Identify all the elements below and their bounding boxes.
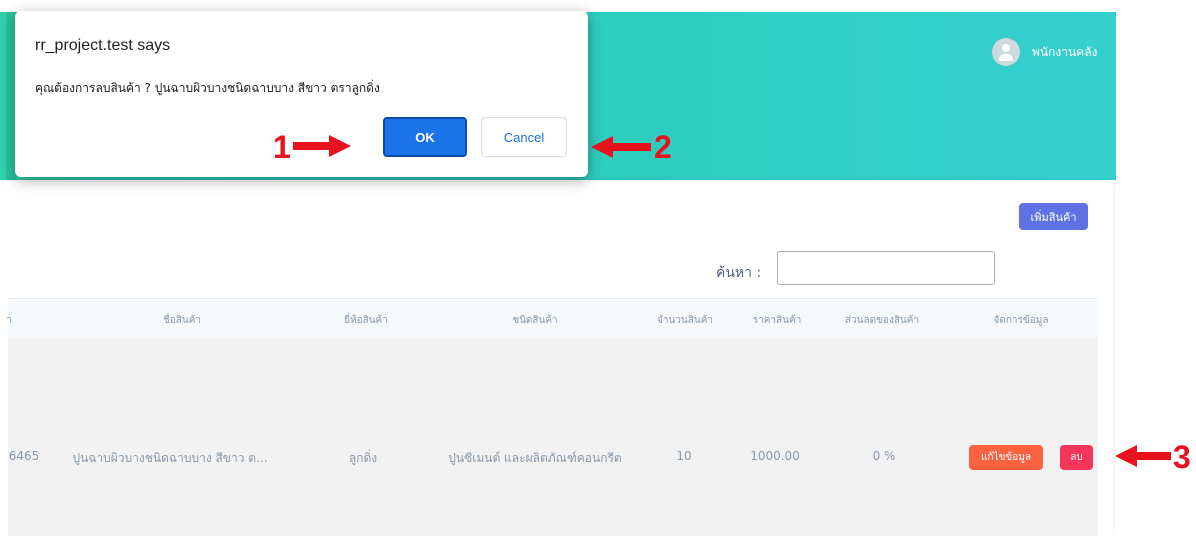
column-header-type: ชนิดสินค้า [512, 315, 558, 326]
add-product-button[interactable]: เพิ่มสินค้า [1019, 203, 1088, 230]
edit-button[interactable]: แก้ไขข้อมูล [969, 445, 1043, 470]
annotation-number-1: 1 [273, 129, 291, 165]
column-header-qty: จำนวนสินค้า [656, 315, 714, 326]
dialog-title: rr_project.test says [35, 37, 171, 54]
column-header-code: า [6, 315, 12, 326]
table-row: 6465 ปูนฉาบผิวบางชนิดฉาบบาง สีขาว ต... ล… [8, 338, 1098, 536]
search-label: ค้นหา : [716, 265, 762, 281]
cell-code: 6465 [8, 449, 40, 463]
table-header: า ชื่อสินค้า ยี่ห้อสินค้า ชนิดสินค้า จำน… [6, 298, 1098, 340]
cell-discount: 0 % [872, 449, 896, 463]
annotation-number-3: 3 [1173, 439, 1191, 475]
ok-button[interactable]: OK [383, 117, 467, 157]
annotation-arrow-left-icon [1115, 445, 1171, 467]
user-name: พนักงานคลัง [1032, 44, 1098, 59]
avatar-icon [992, 38, 1020, 66]
cell-name: ปูนฉาบผิวบางชนิดฉาบบาง สีขาว ต... [72, 451, 268, 465]
annotation-arrow-left-icon [591, 136, 651, 158]
annotation-number-2: 2 [654, 129, 672, 165]
cell-brand: ลูกดิ่ง [348, 451, 378, 465]
column-header-discount: ส่วนลดของสินค้า [844, 315, 920, 326]
column-header-brand: ยี่ห้อสินค้า [344, 315, 388, 326]
search-input[interactable] [777, 251, 995, 285]
cell-qty: 10 [676, 449, 692, 463]
cell-type: ปูนซีเมนต์ และผลิตภัณฑ์คอนกรีต [448, 451, 622, 465]
annotation-arrow-right-icon [293, 135, 351, 157]
delete-button[interactable]: ลบ [1060, 445, 1093, 470]
column-header-name: ชื่อสินค้า [162, 315, 202, 326]
user-menu[interactable]: พนักงานคลัง [992, 38, 1097, 66]
cell-price: 1000.00 [750, 449, 800, 463]
column-header-actions: จัดการข้อมูล [993, 315, 1049, 326]
column-header-price: ราคาสินค้า [752, 315, 802, 326]
dialog-message: คุณต้องการลบสินค้า ? ปูนฉาบผิวบางชนิดฉาบ… [35, 81, 380, 95]
cancel-button[interactable]: Cancel [481, 117, 567, 157]
